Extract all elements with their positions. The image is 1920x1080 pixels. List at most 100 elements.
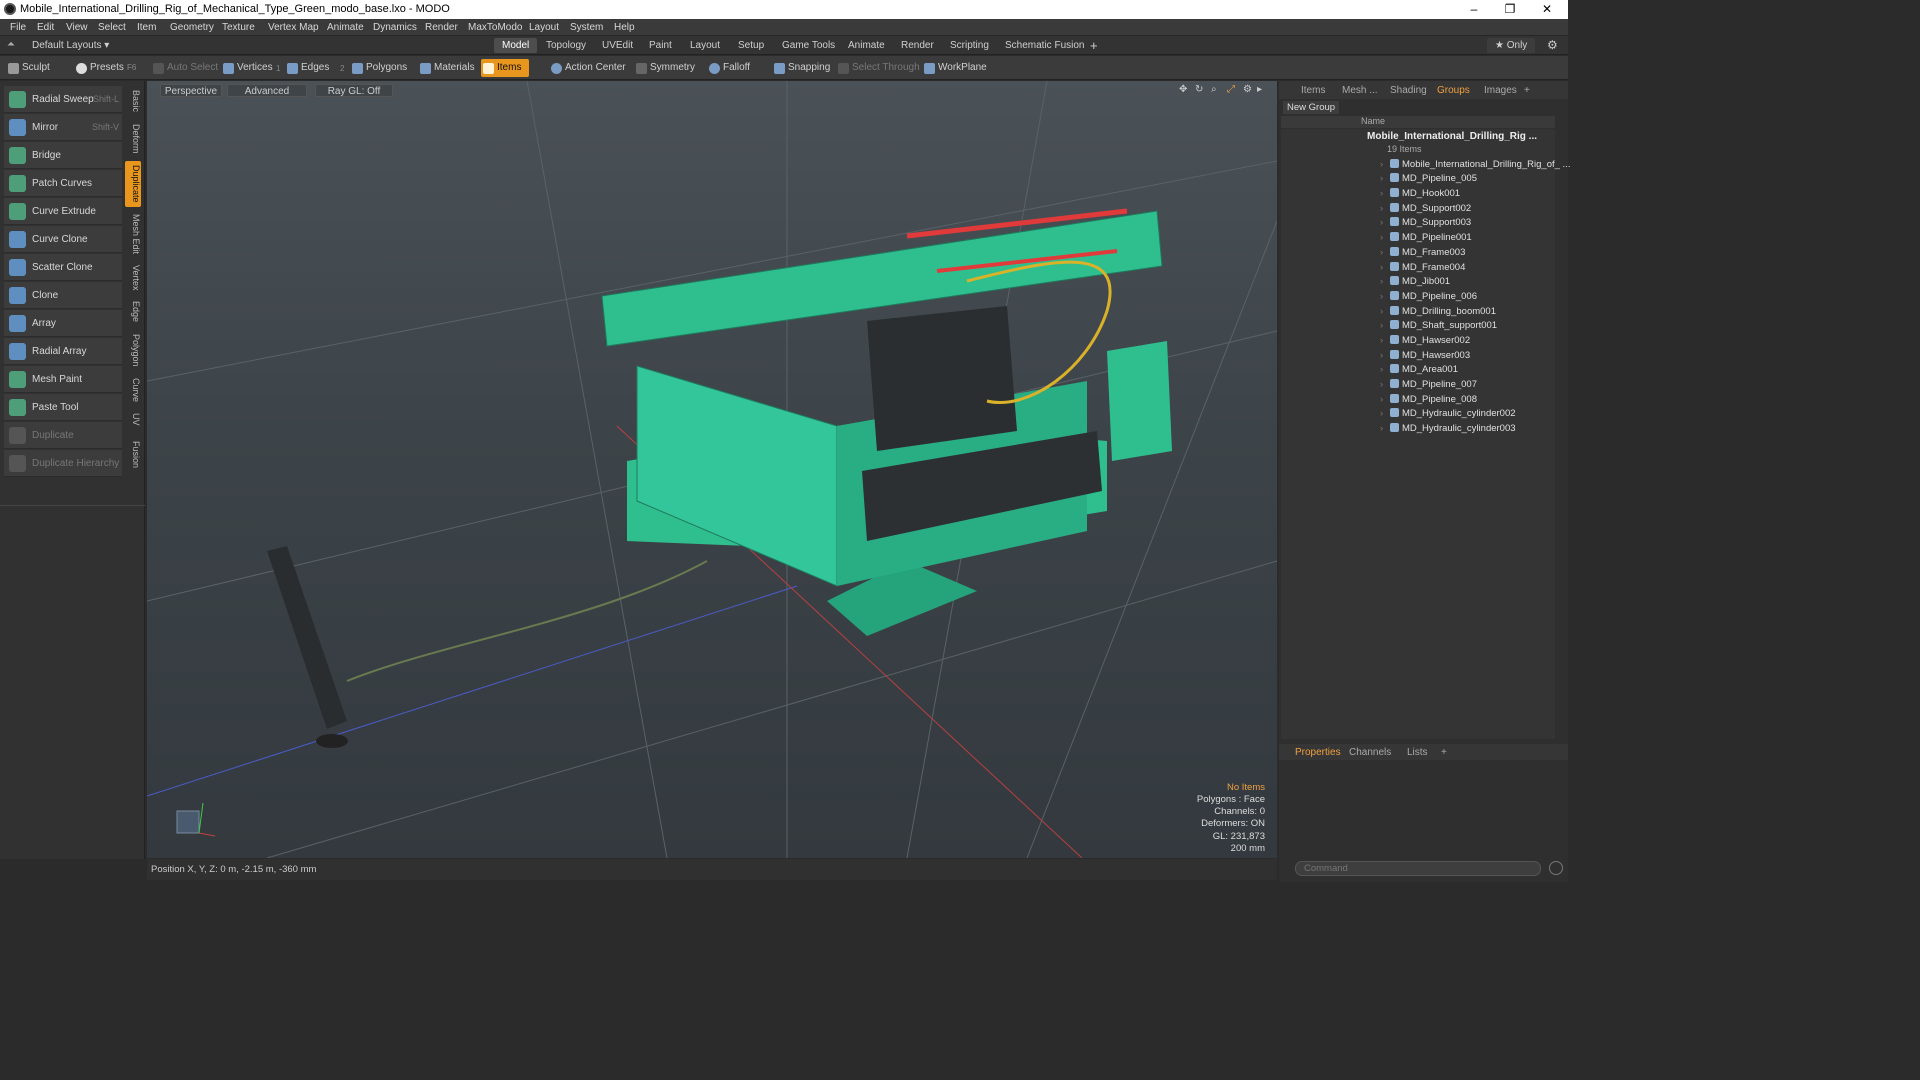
add-panel-tab[interactable]: + [1524,84,1530,97]
vertices-button[interactable]: Vertices [221,59,273,77]
tab-deform[interactable]: Deform [125,121,141,157]
only-toggle[interactable]: ★ Only [1487,38,1536,53]
tab-images[interactable]: Images [1484,84,1517,97]
tab-edge[interactable]: Edge [125,299,141,325]
workplane-button[interactable]: WorkPlane [922,59,987,77]
list-item[interactable]: › MD_Hawser002 [1380,334,1470,348]
shading-mode-button[interactable]: Advanced [227,84,307,97]
items-button[interactable]: Items [481,59,530,77]
add-properties-tab[interactable]: + [1441,746,1447,759]
polygons-button[interactable]: Polygons [350,59,407,77]
menu-vertex-map[interactable]: Vertex Map [268,22,319,33]
tab-groups[interactable]: Groups [1437,84,1470,97]
menu-edit[interactable]: Edit [37,22,54,33]
list-item[interactable]: › MD_Area001 [1380,363,1458,377]
auto-select-button[interactable]: Auto Select [151,59,218,77]
tab-properties[interactable]: Properties [1295,746,1341,759]
curve-clone-tool[interactable]: Curve Clone [4,226,122,253]
tab-scripting[interactable]: Scripting [942,38,997,53]
close-button[interactable]: ✕ [1529,1,1565,17]
list-item[interactable]: › MD_Pipeline_006 [1380,290,1477,304]
tab-lists[interactable]: Lists [1407,746,1428,759]
tab-render[interactable]: Render [893,38,942,53]
select-through-button[interactable]: Select Through [836,59,920,77]
list-item[interactable]: › MD_Hawser003 [1380,349,1470,363]
menu-file[interactable]: File [10,22,26,33]
layout-selector[interactable]: Default Layouts ▾ [24,38,117,53]
name-column-header[interactable]: Name [1361,116,1385,126]
bridge-tool[interactable]: Bridge [4,142,122,169]
tab-vertex[interactable]: Vertex [125,261,141,295]
mirror-tool[interactable]: Mirror Shift-V [4,114,122,141]
menu-select[interactable]: Select [98,22,126,33]
list-item[interactable]: › MD_Support002 [1380,202,1471,216]
new-group-button[interactable]: New Group [1283,101,1340,114]
scatter-clone-tool[interactable]: Scatter Clone [4,254,122,281]
menu-maxtomodo[interactable]: MaxToModo [468,22,522,33]
list-item[interactable]: › MD_Pipeline_008 [1380,393,1477,407]
list-item[interactable]: › MD_Hydraulic_cylinder003 [1380,422,1516,436]
list-item[interactable]: › MD_Shaft_support001 [1380,319,1497,333]
array-tool[interactable]: Array [4,310,122,337]
presets-button[interactable]: Presets [74,59,124,77]
group-name[interactable]: Mobile_International_Drilling_Rig ... [1367,131,1537,142]
zoom-icon[interactable]: ⌕ [1211,85,1221,95]
tab-polygon[interactable]: Polygon [125,329,141,371]
tab-animate[interactable]: Animate [840,38,893,53]
tab-channels[interactable]: Channels [1349,746,1391,759]
menu-system[interactable]: System [570,22,603,33]
tab-shading[interactable]: Shading [1390,84,1427,97]
tab-game-tools[interactable]: Game Tools [774,38,843,53]
add-tab-button[interactable]: + [1082,38,1106,53]
list-item[interactable]: › MD_Hydraulic_cylinder002 [1380,407,1516,421]
menu-dynamics[interactable]: Dynamics [373,22,417,33]
list-item[interactable]: › MD_Hook001 [1380,187,1460,201]
layout-arrow-icon[interactable]: ⏶ [7,39,15,50]
tab-uvedit[interactable]: UVEdit [594,38,641,53]
view-type-button[interactable]: Perspective [160,84,222,97]
rotate-icon[interactable]: ↻ [1195,85,1205,95]
curve-extrude-tool[interactable]: Curve Extrude [4,198,122,225]
list-item[interactable]: › MD_Frame004 [1380,261,1465,275]
viewport-settings-icon[interactable]: ⚙ [1243,85,1253,95]
duplicate-hierarchy-tool[interactable]: Duplicate Hierarchy [4,450,122,477]
tab-mesh-edit[interactable]: Mesh Edit [125,211,141,257]
duplicate-tool[interactable]: Duplicate [4,422,122,449]
tab-duplicate[interactable]: Duplicate [125,161,141,207]
3d-viewport[interactable]: Perspective Advanced Ray GL: Off ✥ ↻ ⌕ ⤢… [147,81,1277,858]
paste-tool[interactable]: Paste Tool [4,394,122,421]
menu-item[interactable]: Item [137,22,156,33]
menu-animate[interactable]: Animate [327,22,364,33]
edges-button[interactable]: Edges [285,59,329,77]
list-item[interactable]: › MD_Pipeline_005 [1380,172,1477,186]
tab-model[interactable]: Model [494,38,538,53]
fit-icon[interactable]: ⤢ [1227,85,1237,95]
command-input[interactable] [1295,861,1541,876]
viewport-menu-icon[interactable]: ▸ [1257,85,1267,95]
tab-mesh[interactable]: Mesh ... [1342,84,1378,97]
radial-array-tool[interactable]: Radial Array [4,338,122,365]
falloff-button[interactable]: Falloff [707,59,750,77]
clone-tool[interactable]: Clone [4,282,122,309]
menu-texture[interactable]: Texture [222,22,255,33]
tab-schematic-fusion[interactable]: Schematic Fusion [997,38,1092,53]
minimize-button[interactable]: – [1456,1,1492,17]
tab-curve[interactable]: Curve [125,375,141,405]
patch-curves-tool[interactable]: Patch Curves [4,170,122,197]
menu-render[interactable]: Render [425,22,458,33]
list-item[interactable]: › MD_Support003 [1380,216,1471,230]
tab-paint[interactable]: Paint [641,38,680,53]
radial-sweep-tool[interactable]: Radial Sweep Shift-L [4,86,122,113]
tab-fusion[interactable]: Fusion [125,437,141,473]
menu-geometry[interactable]: Geometry [170,22,214,33]
tab-layout[interactable]: Layout [682,38,728,53]
menu-layout[interactable]: Layout [529,22,559,33]
menu-help[interactable]: Help [614,22,635,33]
mesh-paint-tool[interactable]: Mesh Paint [4,366,122,393]
command-record-icon[interactable] [1549,861,1563,875]
tab-basic[interactable]: Basic [125,85,141,117]
list-item[interactable]: › MD_Frame003 [1380,246,1465,260]
list-item[interactable]: › Mobile_International_Drilling_Rig_of_ .… [1380,158,1570,172]
raygl-button[interactable]: Ray GL: Off [315,84,393,97]
materials-button[interactable]: Materials [418,59,475,77]
